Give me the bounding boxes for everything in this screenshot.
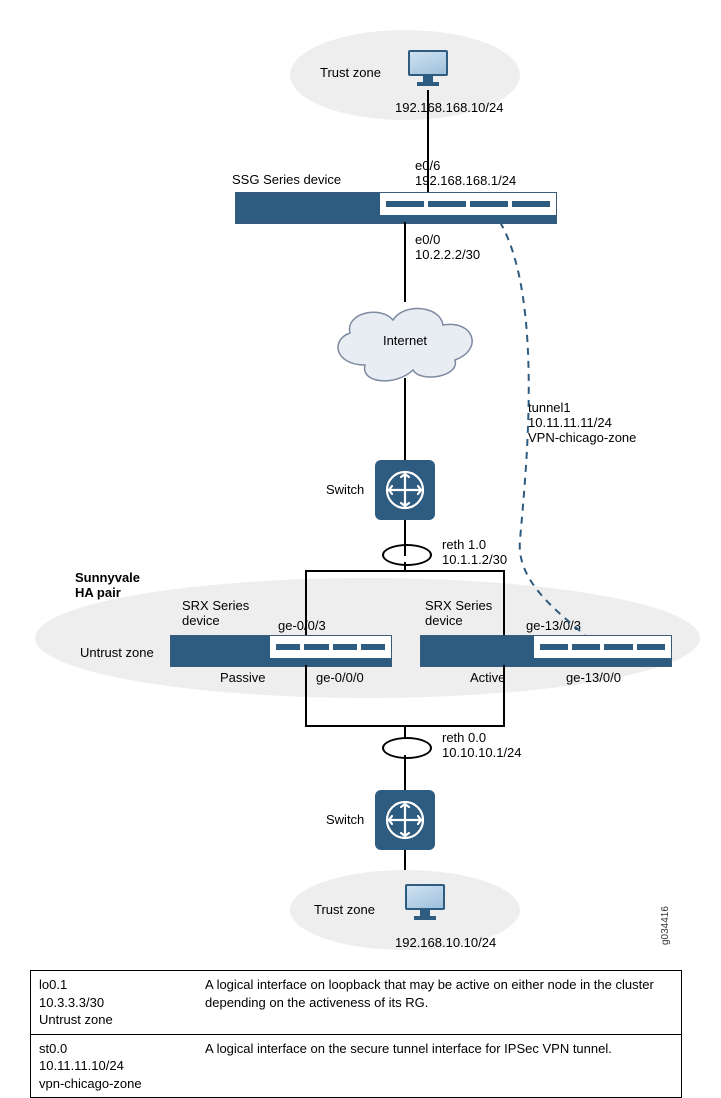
if-ip: 10.3.3.3/30 [39,995,104,1010]
top-host-ip: 192.168.168.10/24 [395,100,503,115]
switch-bot-icon [375,790,435,850]
active-bot-port: ge-13/0/0 [566,670,621,685]
active-down [503,665,505,727]
if-zone: Untrust zone [39,1012,113,1027]
internet-cloud: Internet [325,295,485,385]
reth0-name: reth 0.0 [442,730,486,745]
ssg-if-top-ip: 192.168.168.1/24 [415,173,516,188]
ha-title-1: Sunnyvale [75,570,140,585]
link-cloud-switch [404,378,406,460]
switch-bot-label: Switch [326,812,364,827]
reth0-loop [382,737,432,759]
passive-top-port: ge-0/0/3 [278,618,326,633]
switch-top-icon [375,460,435,520]
table-row1-left: lo0.1 10.3.3.3/30 Untrust zone [31,971,197,1034]
ssg-if-bot-ip: 10.2.2.2/30 [415,247,480,262]
if-zone: vpn-chicago-zone [39,1076,142,1091]
reth1-ip: 10.1.1.2/30 [442,552,507,567]
bot-host-icon [405,884,445,922]
srx-left-label-2: device [182,613,220,628]
table-row: lo0.1 10.3.3.3/30 Untrust zone A logical… [31,971,681,1034]
srx-passive-device [170,635,392,667]
if-name: st0.0 [39,1041,67,1056]
tunnel-ip: 10.11.11.11/24 [528,415,612,430]
tunnel-name: tunnel1 [528,400,571,415]
top-host-icon [408,50,448,88]
passive-label: Passive [220,670,266,685]
srx-right-label-2: device [425,613,463,628]
bot-host-ip: 192.168.10.10/24 [395,935,496,950]
passive-down [305,665,307,727]
table-row1-desc: A logical interface on loopback that may… [197,971,681,1034]
active-top-port: ge-13/0/3 [526,618,581,633]
table-row2-desc: A logical interface on the secure tunnel… [197,1035,681,1098]
ssg-label: SSG Series device [232,172,341,187]
reth1-name: reth 1.0 [442,537,486,552]
tunnel-zone: VPN-chicago-zone [528,430,636,445]
if-ip: 10.11.11.10/24 [39,1058,124,1073]
diagram-canvas: Trust zone 192.168.168.10/24 SSG Series … [0,0,721,1087]
passive-bot-port: ge-0/0/0 [316,670,364,685]
table-row2-left: st0.0 10.11.11.10/24 vpn-chicago-zone [31,1035,197,1098]
link-reth0-switch [404,755,406,790]
untrust-zone-label: Untrust zone [80,645,154,660]
internet-label: Internet [325,333,485,348]
if-name: lo0.1 [39,977,67,992]
reth1-loop [382,544,432,566]
ha-title-2: HA pair [75,585,121,600]
reth1-split [305,570,505,572]
bot-trust-zone-label: Trust zone [314,902,375,917]
ssg-if-bot-name: e0/0 [415,232,440,247]
active-label: Active [470,670,505,685]
interface-table: lo0.1 10.3.3.3/30 Untrust zone A logical… [30,970,682,1098]
link-ssg-cloud [404,222,406,302]
switch-top-label: Switch [326,482,364,497]
image-id: g034416 [660,906,671,945]
top-trust-zone-label: Trust zone [320,65,381,80]
ssg-device [235,192,557,224]
srx-left-label-1: SRX Series [182,598,249,613]
reth1-to-active [503,570,505,636]
table-row: st0.0 10.11.11.10/24 vpn-chicago-zone A … [31,1034,681,1098]
reth0-ip: 10.10.10.1/24 [442,745,522,760]
srx-right-label-1: SRX Series [425,598,492,613]
ssg-if-top-name: e0/6 [415,158,440,173]
srx-active-device [420,635,672,667]
